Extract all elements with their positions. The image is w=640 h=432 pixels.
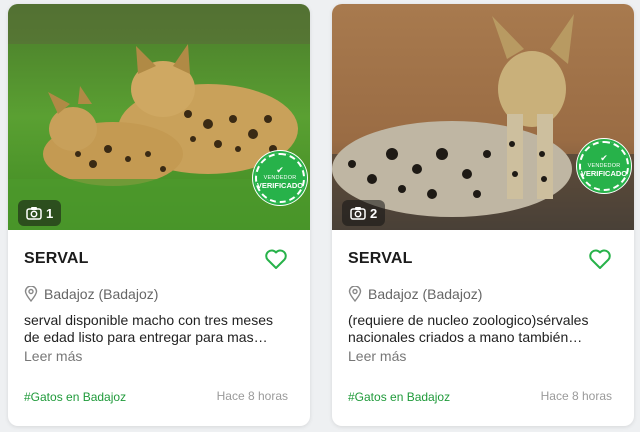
- verified-seller-badge: ✔ VENDEDOR VERIFICADO: [576, 138, 632, 194]
- photo-count-text: 1: [46, 205, 54, 221]
- listing-description: serval disponible macho con tres meses d…: [24, 312, 274, 345]
- read-more-link[interactable]: Leer más: [24, 348, 82, 364]
- listing-location: Badajoz (Badajoz): [24, 286, 158, 302]
- read-more-link[interactable]: Leer más: [348, 348, 406, 364]
- category-tag-link[interactable]: #Gatos en Badajoz: [348, 390, 450, 404]
- camera-icon: [350, 207, 366, 220]
- location-text: Badajoz (Badajoz): [44, 286, 159, 302]
- posted-time: Hace 8 horas: [540, 389, 612, 403]
- listing-photo[interactable]: 2 ✔ VENDEDOR VERIFICADO: [332, 4, 634, 230]
- camera-icon: [26, 207, 42, 220]
- badge-line2: VERIFICADO: [256, 181, 304, 190]
- listing-location: Badajoz (Badajoz): [348, 286, 482, 302]
- photo-count-text: 2: [370, 205, 378, 221]
- photo-count-badge: 2: [342, 200, 386, 226]
- listing-photo[interactable]: 1 ✔ VENDEDOR VERIFICADO: [8, 4, 310, 230]
- verified-seller-badge: ✔ VENDEDOR VERIFICADO: [252, 150, 308, 206]
- listing-card[interactable]: 1 ✔ VENDEDOR VERIFICADO SERVAL Badajoz (…: [8, 4, 310, 426]
- listing-description: (requiere de nucleo zoologico)sérvales n…: [348, 312, 589, 345]
- location-pin-icon: [348, 286, 362, 302]
- category-tag-link[interactable]: #Gatos en Badajoz: [24, 390, 126, 404]
- heart-icon[interactable]: [264, 248, 288, 270]
- photo-count-badge: 1: [18, 200, 62, 226]
- location-text: Badajoz (Badajoz): [368, 286, 483, 302]
- location-pin-icon: [24, 286, 38, 302]
- posted-time: Hace 8 horas: [216, 389, 288, 403]
- listing-card[interactable]: 2 ✔ VENDEDOR VERIFICADO SERVAL Badajoz (…: [332, 4, 634, 426]
- listing-title[interactable]: SERVAL: [348, 250, 413, 268]
- serval-photo-2: [332, 4, 634, 230]
- check-icon: ✔: [276, 165, 284, 175]
- listing-title[interactable]: SERVAL: [24, 250, 89, 268]
- check-icon: ✔: [600, 153, 608, 163]
- heart-icon[interactable]: [588, 248, 612, 270]
- badge-line2: VERIFICADO: [580, 169, 628, 178]
